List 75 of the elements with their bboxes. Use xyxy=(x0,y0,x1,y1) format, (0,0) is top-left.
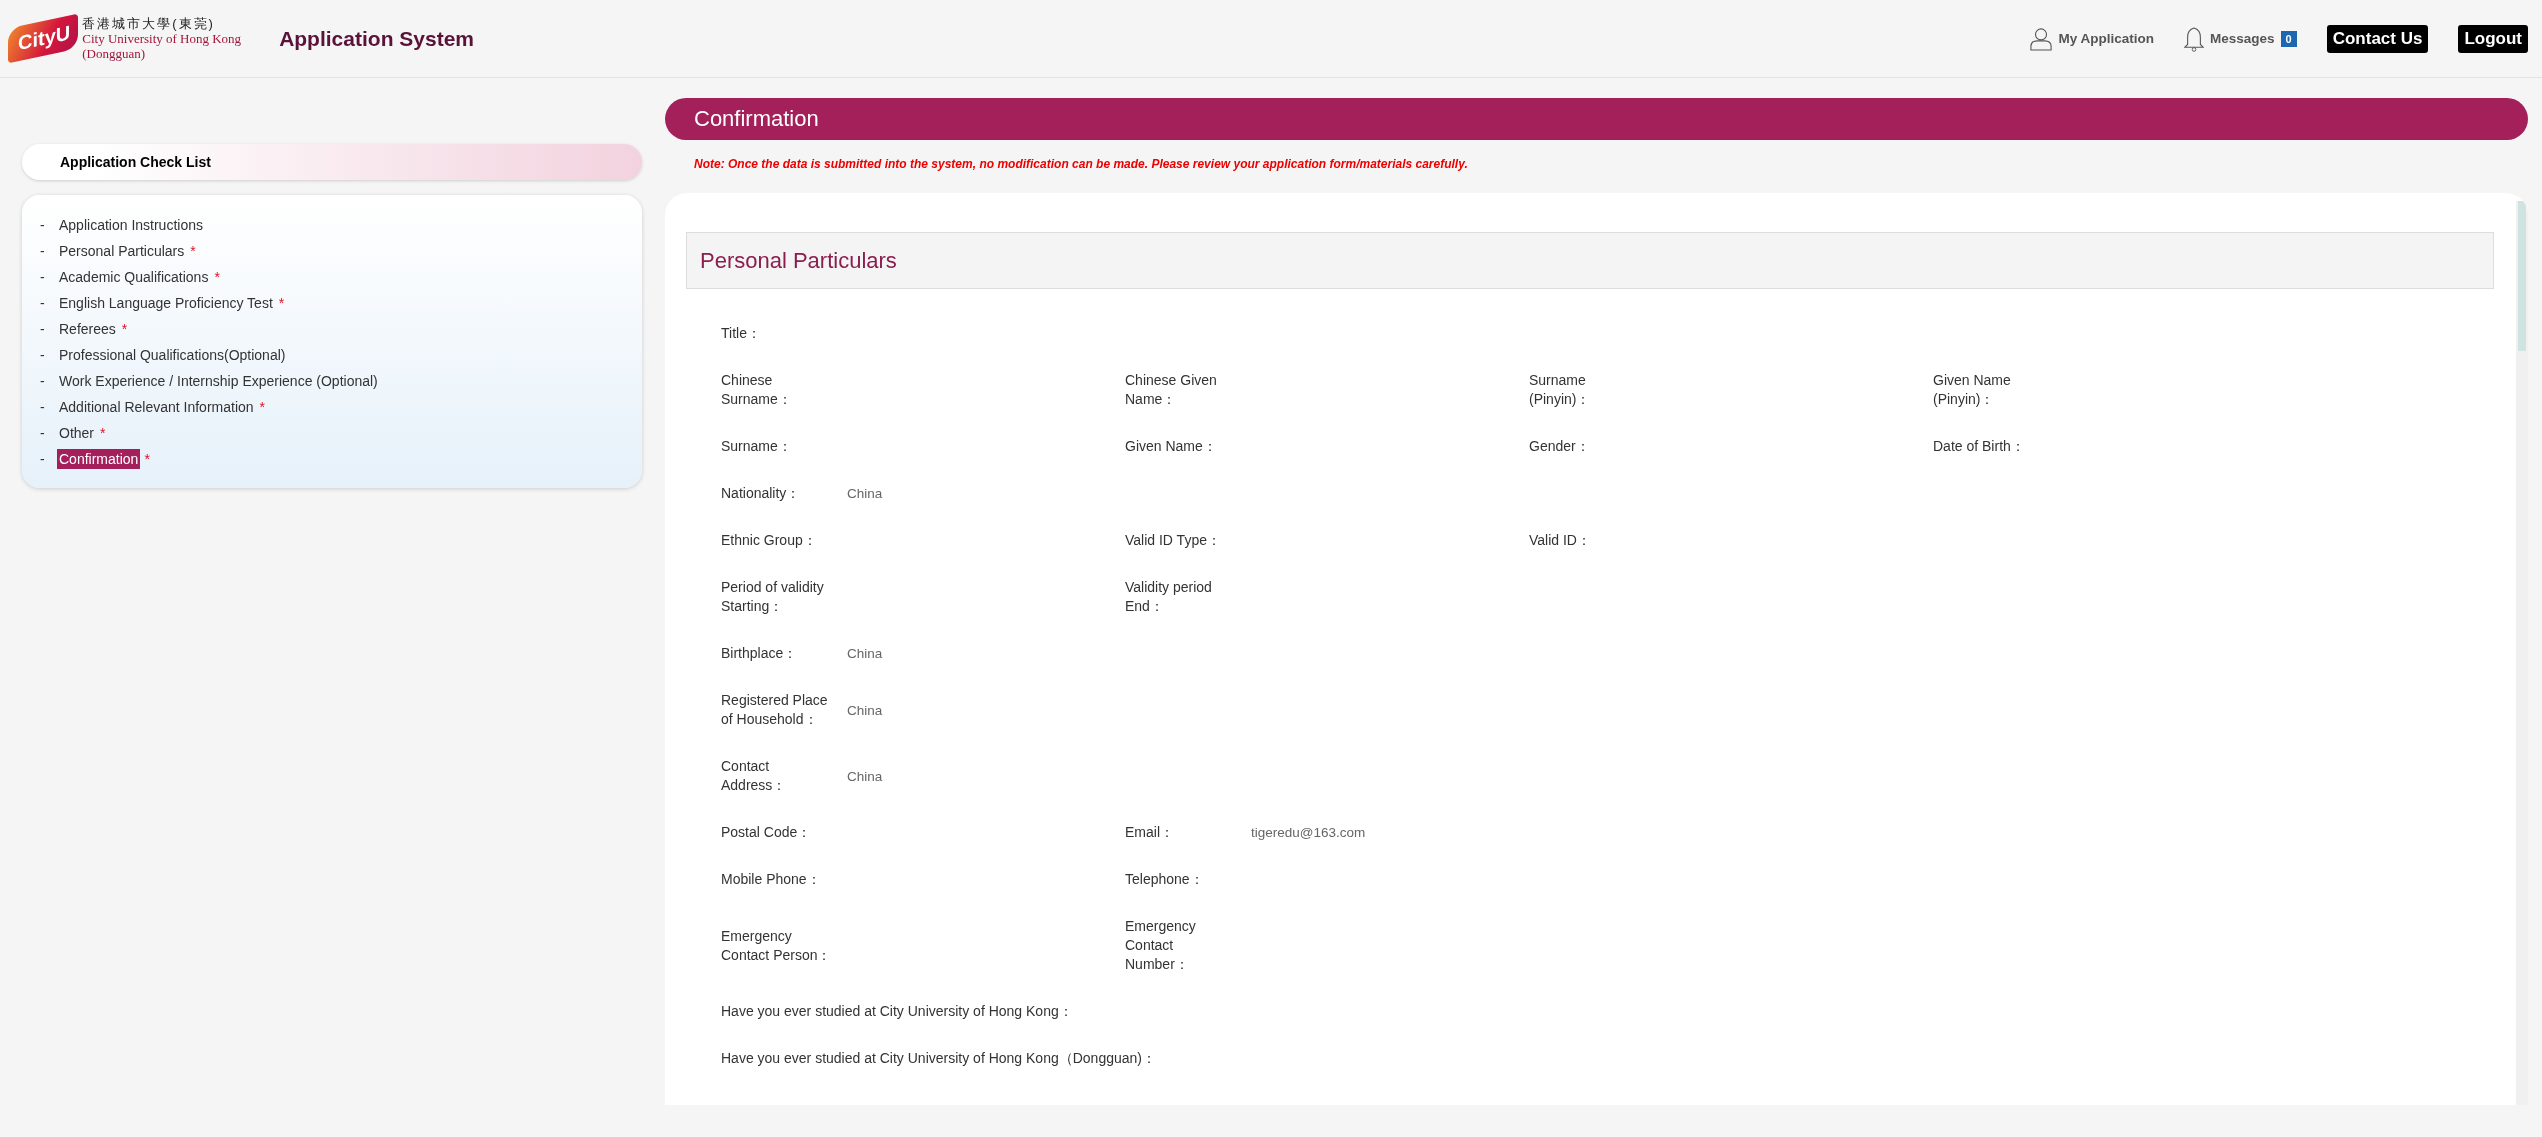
field-label: Ethnic Group： xyxy=(721,531,818,550)
app-title: Application System xyxy=(279,26,474,51)
field-label: Mobile Phone： xyxy=(721,870,822,889)
question-label: Have you ever studied at City University of Hong Kong： xyxy=(721,1003,1073,1019)
field-label: Birthplace： xyxy=(721,644,799,663)
field-label: Postal Code： xyxy=(721,823,813,842)
field-label: Date of Birth： xyxy=(1933,437,2026,456)
field-label: Chinese Given Name： xyxy=(1125,371,1218,409)
checklist-item[interactable]: Other xyxy=(57,423,96,443)
checklist-item[interactable]: Application Instructions xyxy=(57,215,205,235)
logo-english-name: City University of Hong Kong xyxy=(82,31,242,46)
field-value: China xyxy=(847,485,883,503)
checklist-item[interactable]: English Language Proficiency Test xyxy=(57,293,275,313)
field-label: Validity period End： xyxy=(1125,578,1213,616)
field-label: Surname (Pinyin)： xyxy=(1529,371,1592,409)
field-label: Emergency Contact Person： xyxy=(721,926,832,965)
dash-marker: - xyxy=(40,451,46,467)
logo-english-subname: (Dongguan) xyxy=(82,46,147,61)
checklist-item[interactable]: Personal Particulars xyxy=(57,241,187,261)
required-asterisk: * xyxy=(214,269,220,285)
my-application-link[interactable]: My Application xyxy=(2058,31,2154,46)
field-label: Valid ID Type： xyxy=(1125,531,1222,550)
field-label: Email： xyxy=(1125,823,1175,842)
logo-mark: CityU xyxy=(8,13,79,64)
logo-chinese-name: 香港城市大學(東莞) xyxy=(82,16,216,31)
checklist-item[interactable]: Additional Relevant Information xyxy=(57,397,256,417)
dash-marker: - xyxy=(40,243,46,259)
warning-note: Note: Once the data is submitted into the system, no modification can be made. Please review your application form/materials carefully. xyxy=(694,157,1469,173)
field-value: tigeredu@163.com xyxy=(1251,824,1366,842)
field-label: Title： xyxy=(721,324,762,343)
required-asterisk: * xyxy=(144,451,150,467)
field-label: Given Name (Pinyin)： xyxy=(1933,371,2012,409)
required-asterisk: * xyxy=(259,399,265,415)
dash-marker: - xyxy=(40,217,46,233)
dash-marker: - xyxy=(40,425,46,441)
user-icon[interactable] xyxy=(2030,25,2053,52)
field-label: Gender： xyxy=(1529,437,1591,456)
checklist-item[interactable]: Professional Qualifications(Optional) xyxy=(57,345,288,365)
scrollbar[interactable] xyxy=(2516,201,2528,1105)
checklist-item[interactable]: Referees xyxy=(57,319,118,339)
required-asterisk: * xyxy=(190,243,196,259)
required-asterisk: * xyxy=(278,295,285,311)
field-label: Contact Address： xyxy=(721,757,788,795)
field-label: Valid ID： xyxy=(1529,531,1592,550)
field-value: China xyxy=(847,701,883,720)
required-asterisk: * xyxy=(121,321,128,337)
question-label: Have you ever studied at City University of Hong Kong（Dongguan)： xyxy=(721,1050,1156,1066)
section-title: Personal Particulars xyxy=(700,247,897,274)
logout-button[interactable]: Logout xyxy=(2458,24,2528,53)
dash-marker: - xyxy=(40,347,46,363)
page-title: Confirmation xyxy=(694,106,819,132)
field-label: Chinese Surname： xyxy=(721,371,793,409)
dash-marker: - xyxy=(40,269,46,285)
messages-link[interactable]: Messages xyxy=(2210,31,2275,46)
checklist-item[interactable]: Work Experience / Internship Experience (Optional) xyxy=(57,371,380,391)
field-label: Emergency Contact Number： xyxy=(1125,917,1197,974)
dash-marker: - xyxy=(40,321,46,337)
required-asterisk: * xyxy=(100,425,106,441)
field-label: Period of validity Starting： xyxy=(721,578,825,616)
dash-marker: - xyxy=(40,373,46,389)
field-label: Given Name： xyxy=(1125,437,1218,456)
checklist-title: Application Check List xyxy=(60,154,211,170)
field-value: China xyxy=(847,767,883,786)
field-value: China xyxy=(847,645,883,663)
message-count-badge: 0 xyxy=(2280,30,2297,47)
checklist-item[interactable]: Academic Qualifications xyxy=(57,267,211,287)
contact-us-button[interactable]: Contact Us xyxy=(2326,24,2429,53)
field-label: Nationality： xyxy=(721,484,802,503)
bell-icon[interactable] xyxy=(2184,25,2204,52)
dash-marker: - xyxy=(40,399,46,415)
field-label: Surname： xyxy=(721,437,793,456)
dash-marker: - xyxy=(40,295,46,311)
field-label: Registered Place of Household： xyxy=(721,691,829,729)
checklist-item[interactable]: Confirmation xyxy=(57,449,141,469)
field-label: Telephone： xyxy=(1125,870,1205,889)
